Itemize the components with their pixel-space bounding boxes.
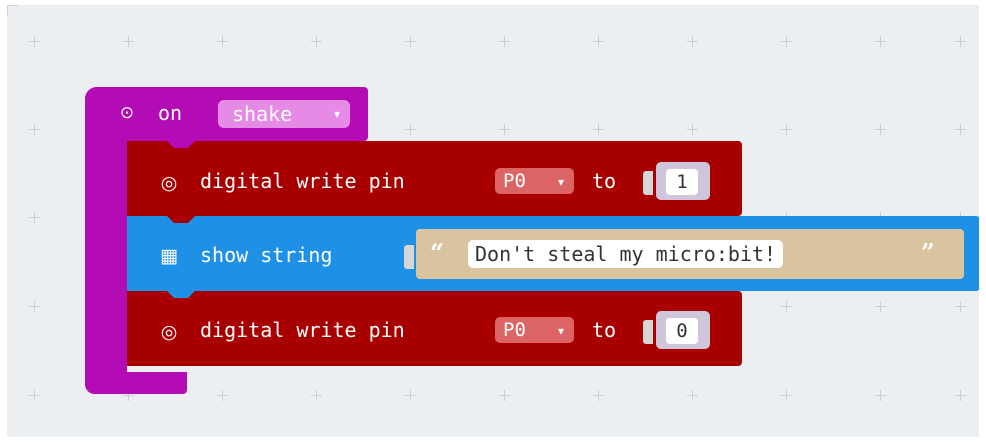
grid-plus-mark (955, 301, 966, 312)
grid-plus-mark (875, 301, 886, 312)
grid-plus-mark (311, 36, 322, 47)
digital-write-pin-label: digital write pin (200, 318, 405, 342)
grid-plus-mark (311, 390, 322, 401)
on-shake-block-foot (85, 372, 187, 394)
show-string-label: show string (200, 243, 333, 267)
to-label: to (592, 318, 617, 342)
pin-dropdown-2[interactable]: P0 ▾ (495, 317, 574, 343)
grid-plus-mark (499, 390, 510, 401)
pin-dropdown-value: P0 (503, 170, 526, 192)
grid-plus-mark (875, 390, 886, 401)
number-value-input-1[interactable]: 1 (666, 169, 698, 195)
grid-plus-mark (875, 36, 886, 47)
grid-plus-mark (781, 301, 792, 312)
input-socket (643, 320, 653, 344)
number-block-2[interactable]: 0 (656, 311, 710, 349)
grid-plus-mark (593, 36, 604, 47)
gesture-dropdown-value: shake (232, 102, 293, 126)
grid-plus-mark (29, 36, 40, 47)
text-block[interactable]: “ Don't steal my micro:bit! ” (416, 229, 964, 279)
grid-plus-mark (593, 390, 604, 401)
target-icon: ◎ (160, 172, 178, 194)
grid-plus-mark (955, 390, 966, 401)
chevron-down-icon: ▾ (557, 324, 564, 338)
chevron-down-icon: ▾ (557, 175, 564, 189)
pin-dropdown-value: P0 (503, 319, 526, 341)
block-notch (167, 141, 195, 148)
blocks-workspace[interactable]: ⊙ on shake ▾ ◎ digital write pin P0 ▾ to… (7, 5, 979, 437)
on-label: on (158, 101, 183, 125)
block-notch (167, 291, 195, 298)
grid-plus-mark (955, 36, 966, 47)
grid-plus-mark (593, 124, 604, 135)
grid-plus-mark (29, 390, 40, 401)
grid-plus-mark (217, 36, 228, 47)
close-quote-icon: ” (921, 238, 935, 267)
radio-icon: ⊙ (119, 103, 135, 123)
grid-icon: ▦ (160, 245, 178, 267)
grid-plus-mark (217, 390, 228, 401)
grid-plus-mark (405, 36, 416, 47)
grid-plus-mark (29, 212, 40, 223)
to-label: to (592, 169, 617, 193)
input-socket (643, 171, 653, 195)
grid-plus-mark (29, 301, 40, 312)
grid-plus-mark (405, 390, 416, 401)
number-block-1[interactable]: 1 (656, 162, 710, 200)
grid-plus-mark (405, 124, 416, 135)
grid-plus-mark (687, 124, 698, 135)
target-icon: ◎ (160, 321, 178, 343)
grid-plus-mark (875, 124, 886, 135)
grid-plus-mark (687, 390, 698, 401)
gesture-dropdown[interactable]: shake ▾ (218, 100, 350, 128)
input-socket (404, 245, 414, 269)
number-value-input-2[interactable]: 0 (666, 318, 698, 344)
block-notch (167, 216, 195, 223)
string-value-input[interactable]: Don't steal my micro:bit! (468, 240, 784, 268)
grid-plus-mark (499, 124, 510, 135)
open-quote-icon: “ (430, 238, 444, 267)
chevron-down-icon: ▾ (333, 107, 340, 121)
grid-plus-mark (781, 390, 792, 401)
pin-dropdown-1[interactable]: P0 ▾ (495, 168, 574, 194)
grid-plus-mark (781, 124, 792, 135)
grid-plus-mark (29, 124, 40, 135)
grid-plus-mark (499, 36, 510, 47)
grid-plus-mark (687, 36, 698, 47)
grid-plus-mark (955, 124, 966, 135)
digital-write-pin-label: digital write pin (200, 169, 405, 193)
grid-plus-mark (123, 36, 134, 47)
grid-plus-mark (781, 36, 792, 47)
